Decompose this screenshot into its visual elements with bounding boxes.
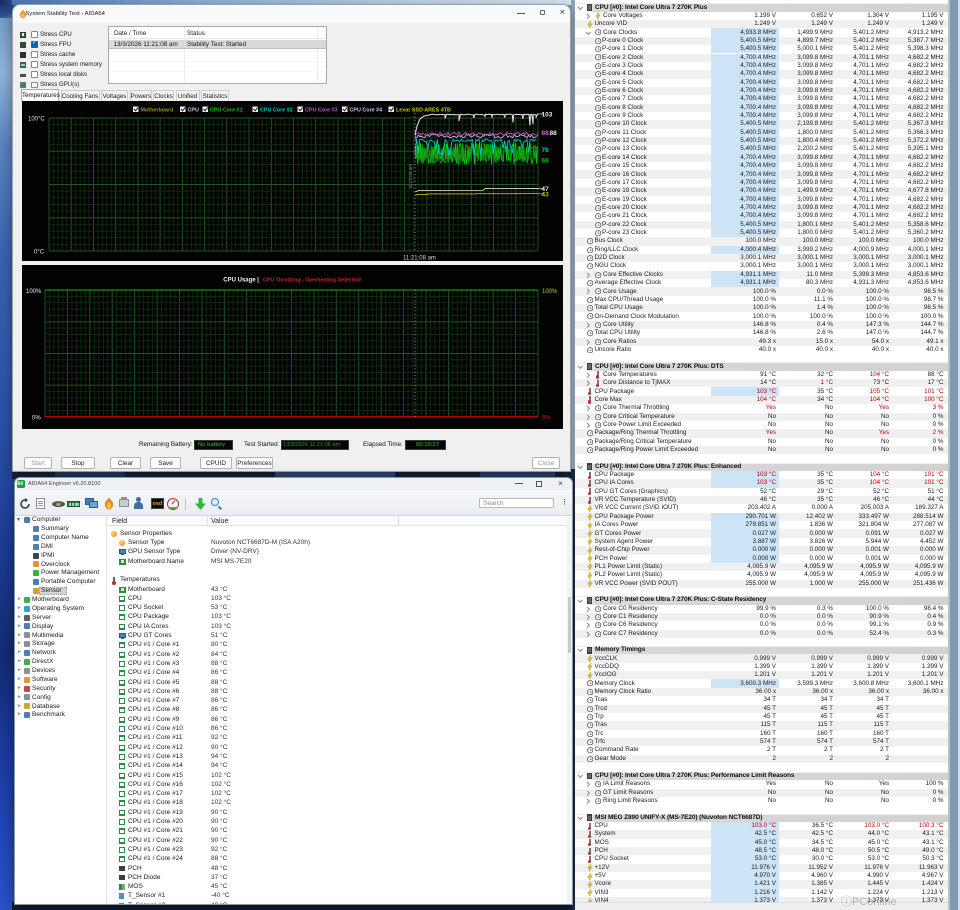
svg-text:CPU: CPU <box>188 108 199 114</box>
svg-text:100°C: 100°C <box>28 117 45 123</box>
svg-text:Lexar SSD ARES 4TB: Lexar SSD ARES 4TB <box>396 108 451 114</box>
svg-text:CPU Core #3: CPU Core #3 <box>305 108 338 114</box>
svg-text:68: 68 <box>542 158 550 165</box>
svg-text:88: 88 <box>550 130 558 137</box>
svg-text:CPU Core #4: CPU Core #4 <box>350 108 383 114</box>
svg-text:100%: 100% <box>542 289 558 295</box>
svg-text:76: 76 <box>542 147 550 154</box>
svg-text:CPU Throttling - Overheating D: CPU Throttling - Overheating Detected! <box>263 278 362 284</box>
svg-text:100%: 100% <box>26 289 42 295</box>
svg-text:0%: 0% <box>542 416 551 422</box>
svg-text:CPU Usage |: CPU Usage | <box>223 278 259 284</box>
svg-text:88: 88 <box>542 130 550 137</box>
svg-text:CPU Core #1: CPU Core #1 <box>210 108 243 114</box>
svg-text:CPU Core #2: CPU Core #2 <box>260 108 293 114</box>
svg-text:11:21:08 am: 11:21:08 am <box>408 164 413 189</box>
svg-text:43: 43 <box>542 192 550 199</box>
svg-text:103: 103 <box>542 112 553 119</box>
svg-text:11:21:08 am: 11:21:08 am <box>403 256 436 262</box>
svg-text:Motherboard: Motherboard <box>141 108 174 114</box>
svg-text:0%: 0% <box>32 416 41 422</box>
svg-text:0°C: 0°C <box>34 250 45 256</box>
